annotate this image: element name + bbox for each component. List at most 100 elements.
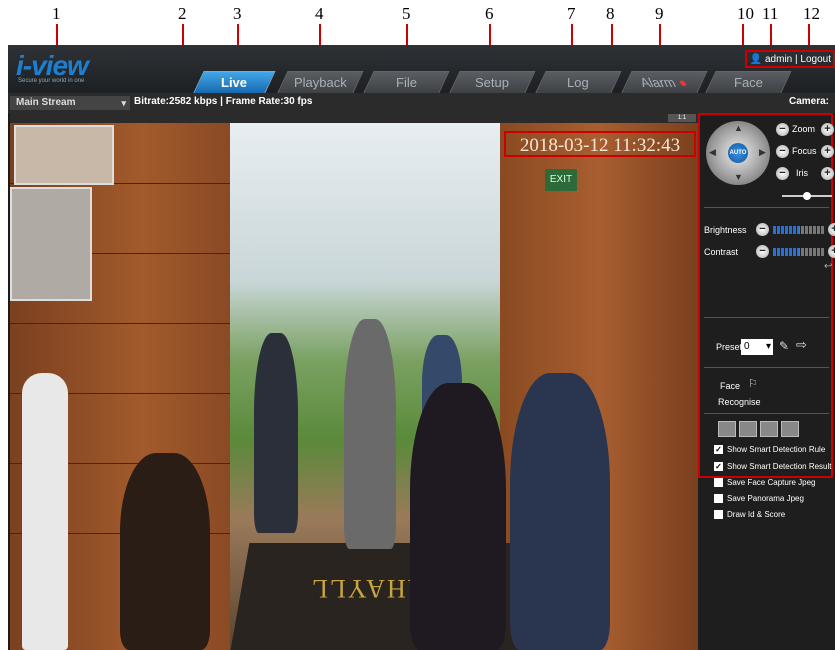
callout-number: 9 [655, 4, 664, 23]
callout-number: 1 [52, 4, 61, 23]
wall-photo [10, 187, 92, 301]
panel-divider [704, 207, 829, 208]
callout-number: 10 [737, 4, 754, 23]
option-label: Show Smart Detection Result [727, 462, 832, 471]
ptz-right-icon[interactable]: ▶ [759, 147, 766, 158]
callout-number: 12 [803, 4, 820, 23]
logout-link[interactable]: Logout [800, 54, 831, 65]
person-figure [254, 333, 298, 533]
callout-number: 11 [762, 4, 779, 23]
option-checkbox[interactable] [714, 478, 723, 487]
face-label: Face [720, 381, 741, 391]
panel-divider [704, 413, 829, 414]
tab-log[interactable]: Log [534, 71, 622, 95]
tab-face[interactable]: Face [704, 71, 792, 95]
focus-in-icon[interactable]: + [821, 145, 834, 158]
zoom-label: Zoom [792, 124, 816, 134]
app-header: i-view Secure your world in one Live Pla… [8, 45, 835, 95]
contrast-down-icon[interactable]: − [756, 245, 769, 258]
brightness-down-icon[interactable]: − [756, 223, 769, 236]
record-icon[interactable] [718, 421, 736, 437]
ptz-down-icon[interactable]: ▼ [734, 172, 743, 182]
preset-select[interactable]: 0 [741, 339, 773, 355]
focus-label: Focus [792, 146, 817, 156]
user-separator: | [795, 54, 798, 65]
wall-photo [14, 125, 114, 185]
option-label: Save Face Capture Jpeg [727, 478, 816, 487]
option-checkbox[interactable]: ✓ [714, 445, 723, 454]
camera-label: Camera: [788, 96, 829, 107]
tab-live[interactable]: Live [192, 71, 276, 95]
contrast-up-icon[interactable]: + [828, 245, 835, 258]
callout-strip: 1 2 3 4 5 6 7 8 9 10 11 12 [0, 0, 835, 45]
option-label: Show Smart Detection Rule [727, 445, 826, 454]
user-menu: 👤 admin | Logout [745, 50, 835, 68]
option-checkbox[interactable] [714, 510, 723, 519]
iris-open-icon[interactable]: + [821, 167, 834, 180]
iris-close-icon[interactable]: − [776, 167, 789, 180]
exit-sign: EXIT [545, 169, 577, 191]
user-icon: 👤 [749, 54, 763, 65]
control-panel: ▲ ▼ ◀ ▶ AUTO − Zoom + − Focus + − Iris +… [698, 113, 835, 650]
callout-number: 7 [567, 4, 576, 23]
preset-label: Preset [716, 342, 743, 352]
zoom-row: − Zoom + [776, 123, 835, 139]
callout-number: 5 [402, 4, 411, 23]
stream-select[interactable]: Main Stream [10, 96, 130, 110]
option-checkbox[interactable] [714, 494, 723, 503]
reset-icon[interactable]: ↩ [824, 261, 832, 272]
contrast-label: Contrast [704, 247, 739, 257]
video-timestamp: 2018-03-12 11:32:43 [504, 131, 696, 157]
tab-alarm[interactable]: Alarm ● [620, 71, 708, 95]
ptz-control-pad[interactable]: ▲ ▼ ◀ ▶ AUTO [706, 121, 770, 185]
option-label: Draw Id & Score [727, 510, 786, 519]
brightness-up-icon[interactable]: + [828, 223, 835, 236]
tab-playback[interactable]: Playback [276, 71, 364, 95]
iris-label: Iris [796, 168, 808, 178]
ptz-auto-button[interactable]: AUTO [728, 143, 748, 163]
person-figure [344, 319, 396, 549]
ptz-up-icon[interactable]: ▲ [734, 123, 743, 133]
recognise-label: Recognise [718, 397, 761, 407]
snapshot-icon[interactable] [739, 421, 757, 437]
option-checkbox[interactable]: ✓ [714, 462, 723, 471]
username[interactable]: admin [765, 54, 792, 65]
logo-tagline: Secure your world in one [18, 78, 85, 84]
video-top-bar [10, 113, 698, 123]
app-window: i-view Secure your world in one Live Pla… [8, 45, 835, 650]
contrast-bar[interactable] [773, 248, 799, 256]
brightness-bar[interactable] [773, 226, 799, 234]
dispenser-stand [22, 373, 68, 650]
ptz-left-icon[interactable]: ◀ [709, 147, 716, 158]
zoom-out-icon[interactable]: − [776, 123, 789, 136]
stream-stats: Bitrate:2582 kbps | Frame Rate:30 fps [134, 96, 313, 107]
focus-row: − Focus + [776, 145, 835, 161]
wall-plank [10, 323, 230, 324]
person-figure [510, 373, 610, 650]
live-video[interactable]: EXIT MANAHAYLL 2018-03-12 11:32:43 [10, 123, 698, 650]
person-figure [410, 383, 506, 650]
ptz-speed-knob[interactable] [802, 192, 811, 200]
panel-divider [704, 367, 829, 368]
callout-number: 8 [606, 4, 615, 23]
panel-divider [704, 317, 829, 318]
tab-setup[interactable]: Setup [448, 71, 536, 95]
callout-number: 6 [485, 4, 494, 23]
option-label: Save Panorama Jpeg [727, 494, 804, 503]
tab-file[interactable]: File [362, 71, 450, 95]
brightness-label: Brightness [704, 225, 747, 235]
chair [120, 453, 210, 650]
audio-icon[interactable] [760, 421, 778, 437]
callout-number: 2 [178, 4, 187, 23]
resolution-badge[interactable]: 1:1 [668, 114, 696, 122]
callout-number: 4 [315, 4, 324, 23]
callout-number: 3 [233, 4, 242, 23]
iris-row: − Iris + [776, 167, 835, 183]
focus-out-icon[interactable]: − [776, 145, 789, 158]
stream-toolbar: Main Stream Bitrate:2582 kbps | Frame Ra… [8, 93, 835, 113]
edit-preset-icon[interactable]: ✎ [779, 339, 789, 353]
zoom-in-icon[interactable]: + [821, 123, 834, 136]
fullscreen-icon[interactable] [781, 421, 799, 437]
goto-preset-icon[interactable]: ⇨ [796, 337, 807, 353]
face-recognise-toggle-icon[interactable]: ⚐ [748, 377, 758, 390]
